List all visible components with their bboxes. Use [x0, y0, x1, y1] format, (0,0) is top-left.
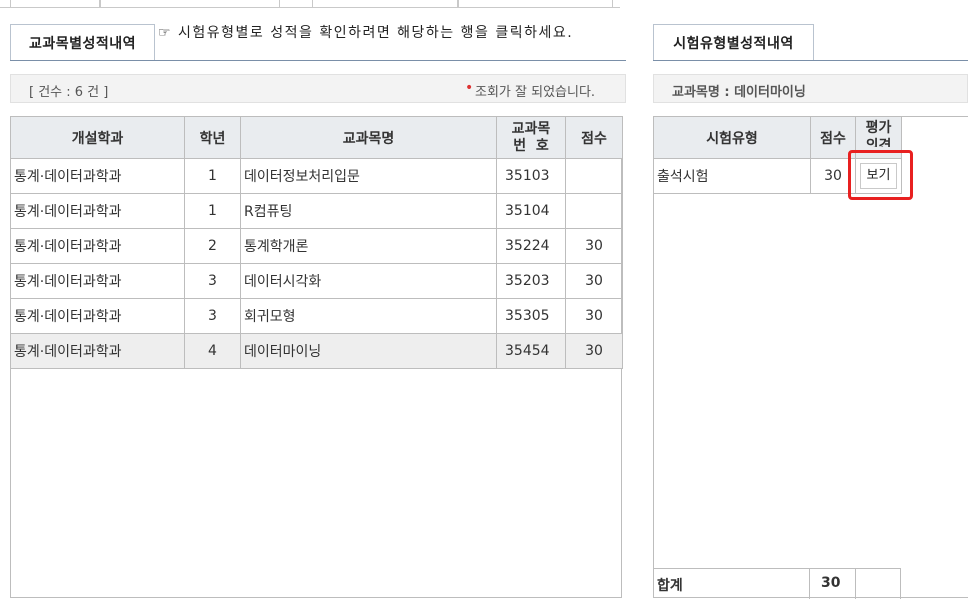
cell-dept: 통계·데이터과학과: [10, 263, 185, 299]
col-header-score: 점수: [565, 116, 623, 159]
cell-course-name: 데이터시각화: [240, 263, 497, 299]
table-row[interactable]: 통계·데이터과학과 2 통계학개론 35224 30: [10, 228, 623, 264]
tab-course-grades-label: 교과목별성적내역: [28, 36, 137, 52]
cell-course-name: 데이터정보처리입문: [240, 158, 497, 194]
cell-year: 3: [184, 263, 241, 299]
tab-exam-type-grades[interactable]: 시험유형별성적내역: [653, 24, 814, 61]
cell-year: 4: [184, 333, 241, 369]
table-row[interactable]: 통계·데이터과학과 3 데이터시각화 35203 30: [10, 263, 623, 299]
col-header-exam-type: 시험유형: [653, 116, 811, 159]
total-divider: [809, 569, 810, 599]
cell-score: 30: [565, 228, 623, 264]
col-header-eval-line1: 평가: [865, 120, 892, 136]
total-label: 합계: [657, 578, 683, 594]
top-filter-input[interactable]: [100, 0, 280, 8]
col-header-dept: 개설학과: [10, 116, 185, 159]
left-info-bar: [ 건수 : 6 건 ] • 조회가 잘 되었습니다.: [10, 74, 626, 103]
cell-course-code: 35305: [496, 298, 566, 334]
notice-text: ☞ 시험유형별로 성적을 확인하려면 해당하는 행을 클릭하세요.: [158, 25, 574, 41]
total-divider-2: [855, 569, 856, 599]
cell-dept: 통계·데이터과학과: [10, 158, 185, 194]
status-message: 조회가 잘 되었습니다.: [475, 85, 596, 100]
right-info-bar: 교과목명 : 데이터마이닝: [653, 74, 968, 103]
cell-score: 30: [565, 298, 623, 334]
tab-exam-type-grades-label: 시험유형별성적내역: [673, 36, 794, 52]
cell-course-name: R컴퓨팅: [240, 193, 497, 229]
cell-score: 30: [565, 333, 623, 369]
table-row[interactable]: 통계·데이터과학과 1 데이터정보처리입문 35103: [10, 158, 623, 194]
cell-score: [565, 158, 623, 194]
total-score: 30: [821, 575, 841, 591]
cell-dept: 통계·데이터과학과: [10, 298, 185, 334]
cell-score: 30: [565, 263, 623, 299]
table-row[interactable]: 통계·데이터과학과 1 R컴퓨팅 35104: [10, 193, 623, 229]
col-header-course-name: 교과목명: [240, 116, 497, 159]
top-filter-label-cell-2: [312, 0, 458, 8]
top-filter-input-2[interactable]: [458, 0, 613, 8]
cell-course-code: 35203: [496, 263, 566, 299]
cell-course-name: 회귀모형: [240, 298, 497, 334]
cell-year: 1: [184, 193, 241, 229]
table-row[interactable]: 통계·데이터과학과 3 회귀모형 35305 30: [10, 298, 623, 334]
table-row-selected[interactable]: 통계·데이터과학과 4 데이터마이닝 35454 30: [10, 333, 623, 369]
record-count: [ 건수 : 6 건 ]: [29, 85, 109, 100]
cell-dept: 통계·데이터과학과: [10, 228, 185, 264]
col-header-course-code-line2: 번 호: [513, 137, 549, 154]
total-divider-3: [900, 569, 901, 599]
cell-course-name: 통계학개론: [240, 228, 497, 264]
cell-year: 1: [184, 158, 241, 194]
cell-course-code: 35104: [496, 193, 566, 229]
cell-course-code: 35454: [496, 333, 566, 369]
courses-table: 개설학과 학년 교과목명 교과목 번 호 점수 통계·데이터과학과 1 데이터정…: [10, 116, 623, 369]
col-header-course-code-line1: 교과목: [511, 120, 551, 137]
cell-exam-type: 출석시험: [653, 158, 811, 194]
cell-dept: 통계·데이터과학과: [10, 333, 185, 369]
tab-course-grades[interactable]: 교과목별성적내역: [10, 24, 155, 61]
cell-year: 3: [184, 298, 241, 334]
highlight-box: [848, 150, 913, 200]
cell-dept: 통계·데이터과학과: [10, 193, 185, 229]
right-tab-underline: [653, 60, 968, 61]
cell-score: [565, 193, 623, 229]
cell-course-code: 35224: [496, 228, 566, 264]
cell-year: 2: [184, 228, 241, 264]
total-row: 합계 30: [653, 568, 901, 599]
tab-underline: [10, 60, 626, 61]
col-header-course-code: 교과목 번 호: [496, 116, 566, 159]
status-bullet-icon: •: [465, 80, 474, 96]
cell-course-code: 35103: [496, 158, 566, 194]
col-header-year: 학년: [184, 116, 241, 159]
selected-course-label: 교과목명 : 데이터마이닝: [672, 85, 806, 100]
top-filter-label-cell: [10, 0, 100, 8]
col-header-eval-line2: 의견: [865, 138, 892, 147]
cell-course-name: 데이터마이닝: [240, 333, 497, 369]
